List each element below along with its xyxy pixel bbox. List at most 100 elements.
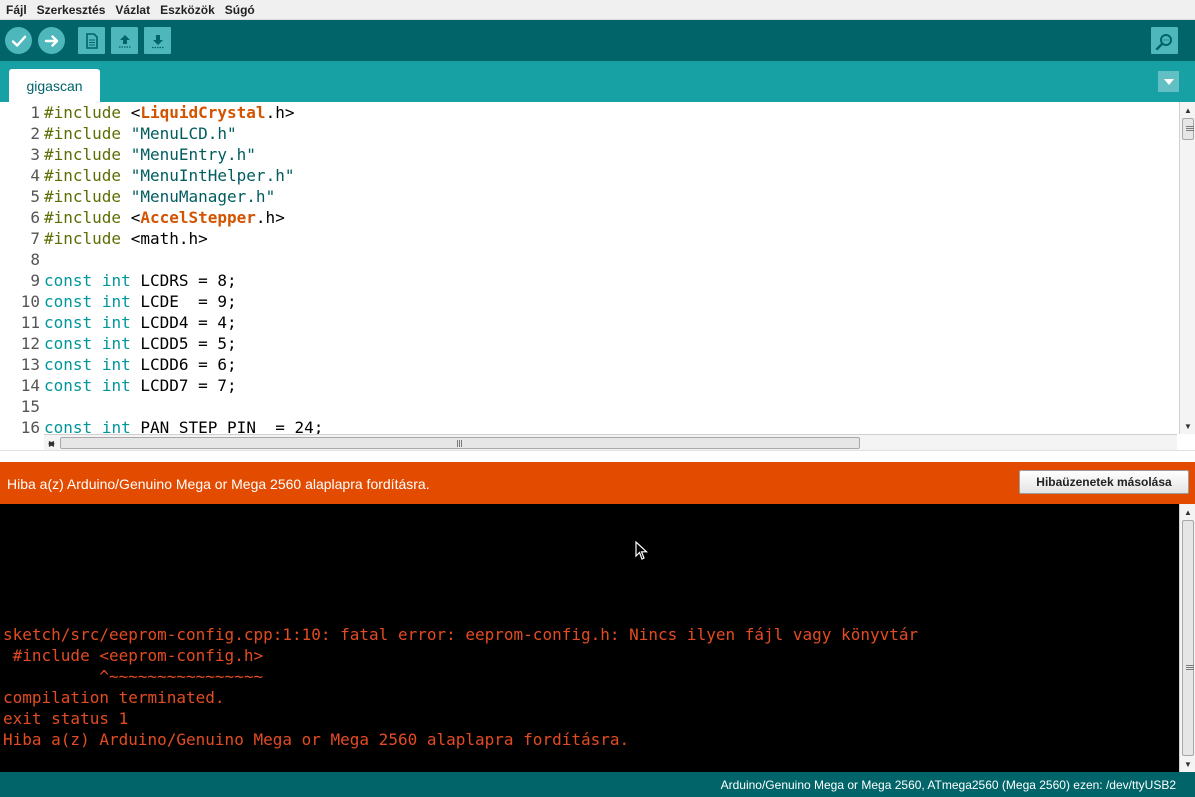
code-token: <math.h> xyxy=(121,229,208,248)
console-vertical-scroll-thumb[interactable] xyxy=(1182,520,1194,756)
scroll-right-arrow-icon[interactable]: ▶ xyxy=(45,436,59,450)
code-token: int xyxy=(101,313,131,332)
line-number: 4 xyxy=(30,166,40,185)
code-token: LiquidCrystal xyxy=(140,103,266,122)
code-line[interactable]: const int LCDD7 = 7; xyxy=(44,375,1179,396)
scroll-down-arrow-icon[interactable]: ▼ xyxy=(1181,419,1195,433)
code-line[interactable]: const int PAN_STEP_PIN = 24; xyxy=(44,417,1179,434)
error-banner: Hiba a(z) Arduino/Genuino Mega or Mega 2… xyxy=(0,462,1195,504)
code-line[interactable]: const int LCDD5 = 5; xyxy=(44,333,1179,354)
console-line: Hiba a(z) Arduino/Genuino Mega or Mega 2… xyxy=(3,730,630,749)
code-line[interactable] xyxy=(44,396,1179,417)
menu-bar: Fájl Szerkesztés Vázlat Eszközök Súgó xyxy=(0,0,1195,20)
menu-sketch[interactable]: Vázlat xyxy=(110,1,155,19)
open-icon xyxy=(118,34,131,48)
console-line: compilation terminated. xyxy=(3,688,225,707)
save-sketch-button[interactable] xyxy=(144,27,171,54)
code-line[interactable]: #include <math.h> xyxy=(44,228,1179,249)
code-token: const xyxy=(44,376,93,395)
code-token: const xyxy=(44,334,93,353)
line-number: 16 xyxy=(20,418,40,434)
line-number: 11 xyxy=(20,313,40,332)
code-token: AccelStepper xyxy=(140,208,256,227)
code-token: const xyxy=(44,292,93,311)
upload-button[interactable] xyxy=(38,27,65,54)
code-token: LCDD4 = 4; xyxy=(130,313,237,332)
error-message: Hiba a(z) Arduino/Genuino Mega or Mega 2… xyxy=(7,476,430,492)
code-token: .h> xyxy=(255,208,285,227)
code-editor[interactable]: 1 2 3 4 5 6 7 8 9 10 11 12 13 14 15 16 #include <Liquid… xyxy=(0,102,1179,434)
code-line[interactable]: #include <AccelStepper.h> xyxy=(44,207,1179,228)
code-token: const xyxy=(44,418,93,434)
status-bar: Arduino/Genuino Mega or Mega 2560, ATmeg… xyxy=(0,772,1195,797)
copy-error-messages-button[interactable]: Hibaüzenetek másolása xyxy=(1019,470,1189,494)
open-sketch-button[interactable] xyxy=(111,27,138,54)
line-number: 12 xyxy=(20,334,40,353)
menu-file[interactable]: Fájl xyxy=(1,1,32,19)
code-token: < xyxy=(121,103,141,122)
toolbar xyxy=(0,20,1195,61)
menu-tools[interactable]: Eszközök xyxy=(155,1,220,19)
code-token: int xyxy=(101,418,131,434)
scroll-up-arrow-icon[interactable]: ▲ xyxy=(1181,505,1195,519)
menu-edit[interactable]: Szerkesztés xyxy=(32,1,111,19)
code-token: LCDD6 = 6; xyxy=(130,355,237,374)
console-line: sketch/src/eeprom-config.cpp:1:10: fatal… xyxy=(3,625,919,644)
serial-monitor-icon xyxy=(1155,33,1172,50)
tab-gigascan[interactable]: gigascan xyxy=(9,69,100,102)
code-token: "MenuIntHelper.h" xyxy=(130,166,295,185)
scrollbar-corner xyxy=(0,434,44,450)
console-vertical-scrollbar[interactable]: ▲ ▼ xyxy=(1179,504,1195,772)
line-number: 8 xyxy=(30,250,40,269)
code-line[interactable]: const int LCDE = 9; xyxy=(44,291,1179,312)
code-token: int xyxy=(101,376,131,395)
serial-monitor-button[interactable] xyxy=(1151,27,1178,54)
console-line: ^~~~~~~~~~~~~~~~~ xyxy=(3,667,264,686)
code-token: #include xyxy=(44,187,122,206)
tab-menu-button[interactable] xyxy=(1158,71,1179,92)
code-area[interactable]: #include <LiquidCrystal.h> #include "Menu… xyxy=(44,102,1179,434)
line-number: 1 xyxy=(30,103,40,122)
code-line[interactable]: const int LCDD4 = 4; xyxy=(44,312,1179,333)
code-line[interactable]: #include "MenuLCD.h" xyxy=(44,123,1179,144)
code-token: int xyxy=(101,292,131,311)
verify-button[interactable] xyxy=(5,27,32,54)
menu-help[interactable]: Súgó xyxy=(220,1,260,19)
editor-horizontal-scrollbar[interactable]: ◀ ▶ xyxy=(44,434,1177,450)
code-token: int xyxy=(101,334,131,353)
new-sketch-button[interactable] xyxy=(78,27,105,54)
scroll-down-arrow-icon[interactable]: ▼ xyxy=(1181,757,1195,771)
scroll-up-arrow-icon[interactable]: ▲ xyxy=(1181,103,1195,117)
line-number: 13 xyxy=(20,355,40,374)
code-line[interactable]: #include "MenuEntry.h" xyxy=(44,144,1179,165)
pane-splitter[interactable] xyxy=(0,450,1195,462)
code-line[interactable] xyxy=(44,249,1179,270)
code-token: const xyxy=(44,271,93,290)
save-icon xyxy=(151,34,164,48)
board-port-status: Arduino/Genuino Mega or Mega 2560, ATmeg… xyxy=(720,778,1176,792)
line-number: 7 xyxy=(30,229,40,248)
code-token: "MenuManager.h" xyxy=(130,187,276,206)
code-line[interactable]: const int LCDRS = 8; xyxy=(44,270,1179,291)
code-line[interactable]: #include <LiquidCrystal.h> xyxy=(44,102,1179,123)
code-line[interactable]: const int LCDD6 = 6; xyxy=(44,354,1179,375)
editor-vertical-scrollbar[interactable]: ▲ ▼ xyxy=(1179,102,1195,434)
code-token: int xyxy=(101,355,131,374)
chevron-down-icon xyxy=(1163,78,1174,85)
code-token: const xyxy=(44,355,93,374)
editor-horizontal-scroll-thumb[interactable] xyxy=(60,437,860,449)
code-token: "MenuLCD.h" xyxy=(130,124,237,143)
code-line[interactable]: #include "MenuManager.h" xyxy=(44,186,1179,207)
console-output: sketch/src/eeprom-config.cpp:1:10: fatal… xyxy=(0,504,1179,772)
code-line[interactable]: #include "MenuIntHelper.h" xyxy=(44,165,1179,186)
editor-vertical-scroll-thumb[interactable] xyxy=(1182,118,1194,140)
line-number: 6 xyxy=(30,208,40,227)
line-number: 14 xyxy=(20,376,40,395)
